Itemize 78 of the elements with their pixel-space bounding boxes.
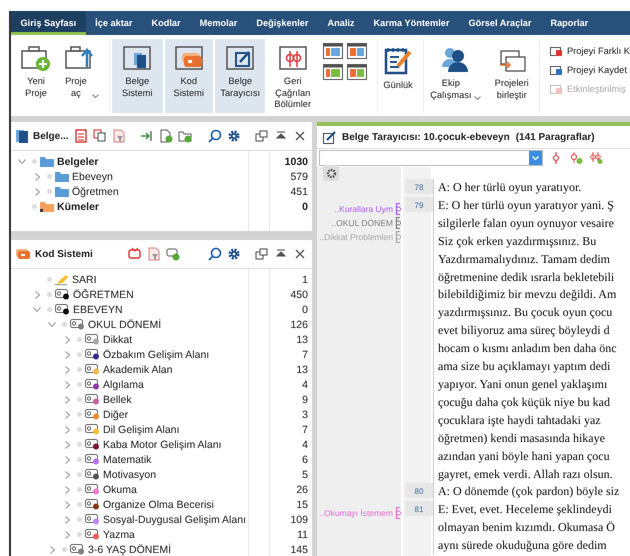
- tree-item-label[interactable]: Motivasyon: [103, 468, 156, 480]
- menu-tab[interactable]: Analiz: [318, 11, 364, 35]
- ribbon-button[interactable]: Belge Sistemi: [112, 39, 163, 113]
- count-cell: 7: [302, 348, 308, 360]
- tree-item-label[interactable]: Ebeveyn: [72, 170, 113, 182]
- tree-item-label[interactable]: Diğer: [103, 408, 128, 420]
- menu-tab[interactable]: Giriş Sayfası: [11, 11, 86, 35]
- tree-item-label[interactable]: Algılama: [103, 378, 144, 390]
- menu-tab[interactable]: İçe aktar: [86, 11, 142, 35]
- command-button[interactable]: Projeyi Farklı K: [550, 43, 630, 58]
- panel-title: Kod Sistemi: [35, 248, 93, 260]
- count-cell: 15: [296, 498, 308, 510]
- menu-tab[interactable]: Raporlar: [540, 11, 598, 35]
- count-cell: 126: [290, 318, 308, 330]
- count-cell: 579: [290, 170, 308, 182]
- ribbon-button[interactable]: Proje aç: [58, 39, 102, 113]
- count-cell: 1030: [284, 156, 308, 168]
- count-cell: 11: [297, 528, 308, 540]
- menu-tab[interactable]: Karma Yöntemler: [364, 11, 459, 35]
- tree-item-label[interactable]: OKUL DÖNEMİ: [88, 318, 162, 330]
- tree-item-label[interactable]: Bellek: [103, 394, 132, 406]
- tree-item-label[interactable]: Dikkat: [103, 334, 132, 346]
- count-cell: 13: [296, 364, 308, 376]
- count-cell: 4: [302, 378, 308, 390]
- paragraph-text: E: Evet, evet. Heceleme şeklindeydi olmayan benim kızımdı. Okumasa Ö aynı sürede okuduğuna göre dedim: [433, 501, 630, 556]
- tree-item-label[interactable]: 3-6 YAŞ DÖNEMİ: [88, 544, 172, 556]
- paragraph-number: 81: [405, 501, 433, 516]
- ribbon-button[interactable]: Geri Çağrılan Bölümler: [267, 39, 318, 113]
- count-cell: 109: [290, 514, 308, 526]
- menu-tab[interactable]: Görsel Araçlar: [458, 11, 541, 35]
- paragraph-text: A: O dönemde (çok pardon) böyle siz: [433, 483, 630, 502]
- count-cell: 26: [296, 484, 308, 496]
- paragraph-text: A: O her türlü oyun yaratıyor.: [433, 179, 630, 197]
- count-cell: 4: [302, 438, 308, 450]
- paragraph-count: (141 Paragraflar): [516, 132, 595, 142]
- tree-item-label[interactable]: Özbakım Gelişim Alanı: [103, 348, 210, 360]
- count-cell: 13: [296, 334, 308, 346]
- menu-tab[interactable]: Değişkenler: [246, 11, 318, 35]
- tree-item-label[interactable]: SARI: [72, 274, 97, 286]
- tree-item-label[interactable]: Matematik: [103, 454, 152, 466]
- paragraph-number: 79: [405, 196, 433, 212]
- count-cell: 450: [290, 288, 308, 300]
- menu-tab[interactable]: Kodlar: [142, 11, 190, 35]
- paragraph-number: 80: [405, 483, 433, 498]
- tree-item-label[interactable]: Belgeler: [57, 156, 98, 168]
- count-cell: 0: [302, 304, 308, 316]
- tree-item-label[interactable]: Öğretmen: [72, 186, 119, 198]
- ribbon-button[interactable]: Günlük: [380, 39, 416, 113]
- ribbon-button[interactable]: Kod Sistemi: [164, 39, 213, 113]
- menu-tab[interactable]: Memolar: [190, 11, 247, 35]
- tree-item-label[interactable]: Dil Gelişim Alanı: [103, 424, 180, 436]
- count-cell: 9: [302, 394, 308, 406]
- count-cell: 7: [302, 424, 308, 436]
- count-cell: 451: [290, 186, 308, 198]
- tree-item-label[interactable]: Organize Olma Becerisi: [103, 498, 214, 510]
- ribbon-button[interactable]: Projeleri birleştir: [486, 39, 537, 113]
- count-cell: 145: [290, 544, 308, 556]
- tree-item-label[interactable]: Okuma: [103, 484, 137, 496]
- panel-title: Belge...: [33, 130, 69, 142]
- ribbon-button[interactable]: Ekip Çalışması: [426, 39, 484, 113]
- browser-title: Belge Tarayıcısı: 10.çocuk-ebeveyn: [342, 132, 510, 142]
- tree-item-label[interactable]: Yazma: [103, 528, 135, 540]
- paragraph-text: E: O her türlü oyun yaratıyor yani. Ş silgilerle falan oyun oynuyor vesaire Siz çok erken yazdırmışsınız. Bu Yazdırmamalıydınız. Tamam dedim öğretmenine dedik ısrarla bekletebili bilebildiğimiz bir mevzu değildi. Am yazdırmışsınız. Bu çocuk oyun çocu evet biliyoruz ama süreç böyleydi d hocam o kısmı anladım ben daha önc ama size bu açıklamayı yaptım dedi yapıyor. Yani onun genel yaklaşımı çocuğu daha çok küçük niye bu kad çocuklara işte haydi tahtadaki yaz öğretmen) kendi masasında hikaye azından yani böyle hani yapan çocu gayret, emek verdi. Allah razı olsun.: [433, 196, 630, 484]
- tree-item-label[interactable]: Akademik Alan: [103, 364, 172, 376]
- ribbon-button[interactable]: Belge Tarayıcısı: [214, 39, 266, 113]
- count-cell: 5: [302, 468, 308, 480]
- tree-item-label[interactable]: Kaba Motor Gelişim Alanı: [103, 438, 222, 450]
- tree-item-label[interactable]: Sosyal-Duygusal Gelişim Alanı: [103, 514, 246, 526]
- ribbon-button[interactable]: Yeni Proje: [15, 39, 57, 113]
- count-cell: 1: [302, 274, 308, 286]
- count-cell: 6: [302, 454, 308, 466]
- command-button[interactable]: Projeyi Kaydet: [550, 62, 630, 77]
- count-cell: 3: [302, 408, 308, 420]
- tree-item-label[interactable]: ÖĞRETMEN: [73, 288, 134, 300]
- paragraph-number: 78: [405, 179, 433, 194]
- tree-item-label[interactable]: EBEVEYN: [73, 304, 123, 316]
- count-cell: 0: [302, 200, 308, 212]
- tree-item-label[interactable]: Kümeler: [57, 200, 100, 212]
